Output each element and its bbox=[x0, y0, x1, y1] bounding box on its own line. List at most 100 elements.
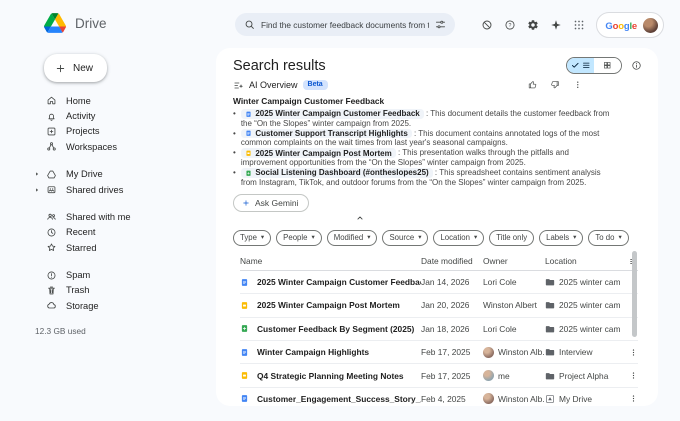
row-menu-cell bbox=[620, 348, 638, 357]
filter-chip-people[interactable]: People▾ bbox=[276, 230, 322, 246]
location-cell[interactable]: Project Alpha bbox=[545, 371, 620, 381]
grid-view-button[interactable] bbox=[594, 58, 621, 73]
thumbs-up-icon[interactable] bbox=[528, 80, 538, 90]
list-view-button[interactable] bbox=[567, 58, 594, 73]
page-title: Search results bbox=[233, 58, 566, 74]
sidebar-item-workspaces[interactable]: Workspaces bbox=[30, 139, 216, 154]
file-name-cell: Q4 Strategic Planning Meeting Notes bbox=[240, 370, 421, 381]
file-row[interactable]: Winter Campaign HighlightsFeb 17, 2025Wi… bbox=[240, 341, 638, 364]
docs-file-icon bbox=[240, 277, 249, 288]
sidebar-item-spam[interactable]: Spam bbox=[30, 267, 216, 282]
filter-chip-type[interactable]: Type▾ bbox=[233, 230, 271, 246]
search-icon[interactable] bbox=[244, 19, 255, 30]
location-cell[interactable]: My Drive bbox=[545, 394, 620, 404]
ask-gemini-button[interactable]: Ask Gemini bbox=[233, 194, 309, 212]
bullet-body: 2025 Winter Campaign Customer Feedback :… bbox=[241, 109, 614, 128]
sidebar-item-projects[interactable]: Projects bbox=[30, 124, 216, 139]
details-info-icon[interactable] bbox=[631, 60, 642, 71]
sidebar-item-storage[interactable]: Storage bbox=[30, 298, 216, 313]
owner-cell: Lori Cole bbox=[483, 324, 545, 334]
grid-view-icon bbox=[603, 61, 612, 70]
location-cell[interactable]: 2025 winter cam bbox=[545, 277, 620, 287]
filter-chip-labels[interactable]: Labels▾ bbox=[539, 230, 583, 246]
location-cell[interactable]: 2025 winter cam bbox=[545, 300, 620, 310]
file-name-cell: Winter Campaign Highlights bbox=[240, 347, 421, 358]
date-modified-cell: Feb 4, 2025 bbox=[421, 394, 483, 404]
ai-overview-label: AI Overview bbox=[249, 80, 298, 90]
filter-chip-to-do[interactable]: To do▾ bbox=[588, 230, 628, 246]
filter-chip-source[interactable]: Source▾ bbox=[382, 230, 428, 246]
search-options-tune-icon[interactable] bbox=[435, 19, 446, 30]
sidebar-item-label: Spam bbox=[66, 270, 90, 280]
file-chip[interactable]: 2025 Winter Campaign Customer Feedback bbox=[241, 109, 424, 119]
ai-bullet: •2025 Winter Campaign Customer Feedback … bbox=[233, 109, 614, 128]
scrollbar[interactable] bbox=[632, 251, 637, 337]
file-chip[interactable]: 2025 Winter Campaign Post Mortem bbox=[241, 148, 396, 158]
sidebar-item-label: Recent bbox=[66, 227, 95, 237]
thumbs-down-icon[interactable] bbox=[550, 80, 560, 90]
shareddrive-icon bbox=[46, 184, 57, 195]
help-icon[interactable]: ? bbox=[504, 19, 516, 31]
folder-icon bbox=[545, 371, 555, 381]
sidebar-item-starred[interactable]: Starred bbox=[30, 240, 216, 255]
sidebar-item-home[interactable]: Home bbox=[30, 93, 216, 108]
location-name: 2025 winter cam bbox=[559, 300, 620, 310]
column-header-owner[interactable]: Owner bbox=[483, 256, 545, 266]
sidebar-item-shared-drives[interactable]: Shared drives bbox=[30, 182, 216, 197]
slides-file-icon bbox=[240, 370, 249, 381]
offline-status-icon[interactable] bbox=[481, 19, 493, 31]
ai-overview-menu-icon[interactable] bbox=[573, 80, 583, 90]
location-name: 2025 winter cam bbox=[559, 277, 620, 287]
bullet-body: Customer Support Transcript Highlights :… bbox=[241, 129, 614, 148]
filter-chip-location[interactable]: Location▾ bbox=[433, 230, 484, 246]
search-input[interactable] bbox=[261, 20, 429, 30]
column-header-name[interactable]: Name bbox=[240, 256, 421, 266]
file-row[interactable]: Customer_Engagement_Success_Story_Agency… bbox=[240, 388, 638, 406]
ai-overview-heading: Winter Campaign Customer Feedback bbox=[233, 96, 614, 106]
file-name: 2025 Winter Campaign Post Mortem bbox=[257, 300, 400, 310]
expand-arrow-icon[interactable] bbox=[34, 187, 40, 193]
apps-grid-icon[interactable] bbox=[573, 19, 585, 31]
caret-down-icon: ▾ bbox=[367, 235, 370, 242]
file-chip[interactable]: Social Listening Dashboard (#ontheslopes… bbox=[241, 168, 433, 178]
workspaces-icon bbox=[46, 141, 57, 152]
sidebar-item-my-drive[interactable]: My Drive bbox=[30, 167, 216, 182]
google-logo: Google bbox=[605, 16, 637, 34]
row-more-icon[interactable] bbox=[629, 371, 638, 380]
collapse-overview-icon[interactable] bbox=[355, 213, 367, 223]
filter-chip-title-only[interactable]: Title only bbox=[489, 230, 534, 246]
row-more-icon[interactable] bbox=[629, 348, 638, 357]
account-chip[interactable]: Google bbox=[596, 12, 664, 38]
owner-avatar bbox=[483, 370, 494, 381]
user-avatar[interactable] bbox=[643, 18, 658, 33]
date-modified-cell: Jan 20, 2026 bbox=[421, 300, 483, 310]
file-row[interactable]: 2025 Winter Campaign Post Mortem Jan 20, … bbox=[240, 294, 638, 317]
file-row[interactable]: 2025 Winter Campaign Customer FeedbackJa… bbox=[240, 271, 638, 294]
expand-arrow-icon[interactable] bbox=[34, 171, 40, 177]
sidebar-item-recent[interactable]: Recent bbox=[30, 225, 216, 240]
ai-bullet: •2025 Winter Campaign Post Mortem : This… bbox=[233, 148, 614, 167]
search-bar[interactable] bbox=[235, 13, 455, 36]
mydrive-icon bbox=[46, 169, 57, 180]
filter-chip-modified[interactable]: Modified▾ bbox=[327, 230, 378, 246]
new-button[interactable]: New bbox=[44, 54, 107, 82]
file-row[interactable]: Q4 Strategic Planning Meeting NotesFeb 1… bbox=[240, 364, 638, 387]
column-header-location[interactable]: Location bbox=[545, 256, 620, 266]
sidebar-item-trash[interactable]: Trash bbox=[30, 283, 216, 298]
sidebar-item-activity[interactable]: Activity bbox=[30, 108, 216, 123]
file-row[interactable]: Customer Feedback By Segment (2025)Jan 1… bbox=[240, 318, 638, 341]
location-cell[interactable]: Interview bbox=[545, 347, 620, 357]
filter-chip-label: To do bbox=[595, 233, 614, 242]
sidebar-item-shared-with-me[interactable]: Shared with me bbox=[30, 209, 216, 224]
location-cell[interactable]: 2025 winter cam bbox=[545, 324, 620, 334]
row-more-icon[interactable] bbox=[629, 394, 638, 403]
settings-gear-icon[interactable] bbox=[527, 19, 539, 31]
file-chip-label: Social Listening Dashboard (#ontheslopes… bbox=[255, 168, 428, 177]
file-chip-label: 2025 Winter Campaign Post Mortem bbox=[255, 149, 391, 158]
sidebar-item-label: Storage bbox=[66, 301, 99, 311]
file-chip[interactable]: Customer Support Transcript Highlights bbox=[241, 129, 412, 139]
column-header-date-modified[interactable]: Date modified bbox=[421, 256, 483, 266]
beta-badge: Beta bbox=[303, 80, 328, 90]
gemini-sparkle-icon[interactable] bbox=[550, 19, 562, 31]
filter-chip-label: People bbox=[283, 233, 307, 242]
